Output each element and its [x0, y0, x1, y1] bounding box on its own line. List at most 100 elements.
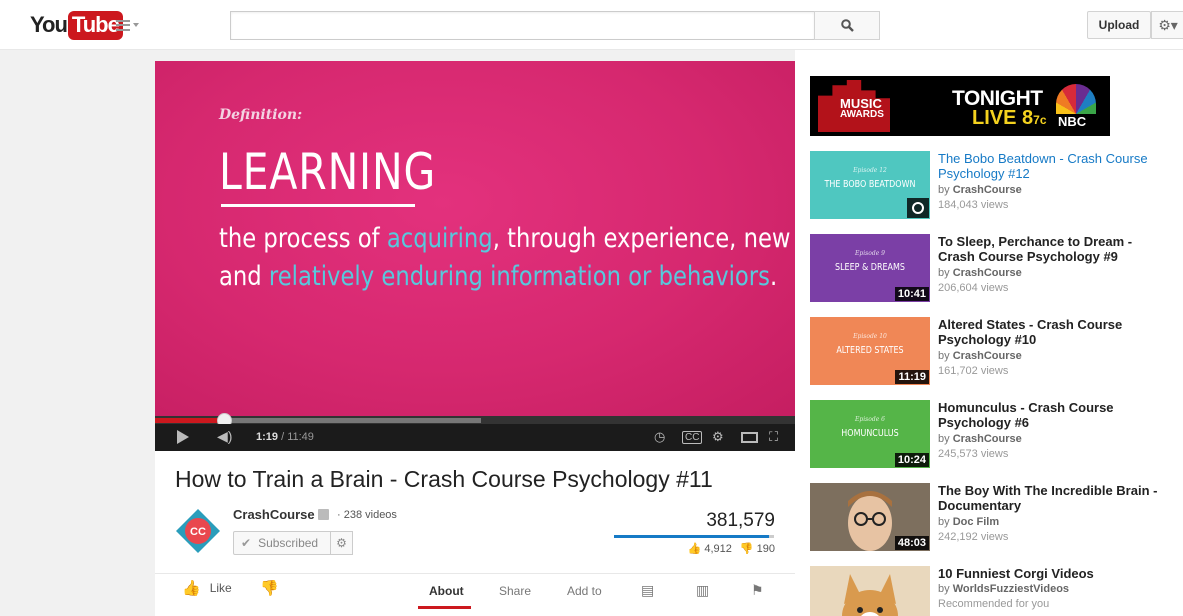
recommended-title[interactable]: The Boy With The Incredible Brain - Docu… [938, 483, 1170, 513]
channel-name: CrashCourse [952, 267, 1022, 279]
tab-about[interactable]: About [429, 584, 464, 598]
subscribed-button[interactable]: ✔ Subscribed [233, 531, 331, 555]
play-icon[interactable] [177, 430, 189, 444]
fullscreen-icon[interactable]: ⛶ [769, 429, 778, 445]
nbc-peacock-icon [1056, 84, 1096, 114]
recommended-title[interactable]: Homunculus - Crash Course Psychology #6 [938, 400, 1170, 430]
hamburger-icon [116, 19, 130, 31]
recommended-title[interactable]: The Bobo Beatdown - Crash Course Psychol… [938, 151, 1170, 181]
like-count: 4,912 [704, 543, 732, 555]
thumbs-down-icon: 👎 [260, 580, 279, 597]
youtube-logo[interactable]: You Tube [30, 10, 123, 40]
upload-button[interactable]: Upload [1087, 11, 1151, 39]
checkmark-icon: ✔ [241, 536, 252, 550]
recommended-channel: by WorldsFuzziestVideos [938, 583, 1069, 595]
slide-text: . [769, 261, 778, 292]
video-player[interactable]: Definition: LEARNING the process of acqu… [155, 61, 795, 451]
channel-name[interactable]: CrashCourse [233, 507, 315, 522]
recommended-title[interactable]: 10 Funniest Corgi Videos [938, 566, 1170, 581]
settings-button[interactable]: ⚙▾ [1151, 11, 1183, 39]
recommended-views: 161,702 views [938, 365, 1009, 377]
duration: / 11:49 [281, 431, 314, 443]
video-frame[interactable]: Definition: LEARNING the process of acqu… [155, 61, 795, 416]
dislike-button[interactable]: 👎 [260, 579, 279, 597]
search-icon [840, 19, 854, 32]
recommended-channel: by CrashCourse [938, 433, 1022, 445]
slide-heading: LEARNING [219, 143, 437, 201]
subscription-settings-button[interactable]: ⚙ [331, 531, 353, 555]
report-flag-icon[interactable]: ⚑ [751, 582, 764, 599]
recommended-title[interactable]: Altered States - Crash Course Psychology… [938, 317, 1170, 347]
slide-definition-label: Definition: [219, 107, 303, 123]
slide-text: , through experience, new [492, 223, 791, 254]
thumbs-up-icon: 👍 [182, 580, 201, 597]
tab-share[interactable]: Share [499, 584, 531, 598]
gear-icon: ⚙ [336, 536, 347, 550]
current-time: 1:19 [256, 431, 279, 443]
video-thumbnail[interactable]: Episode 10 ALTERED STATES 11:19 [810, 317, 930, 385]
guide-menu-button[interactable] [116, 16, 142, 34]
by-label: by [938, 350, 950, 362]
captions-icon[interactable]: CC [682, 431, 703, 444]
slide-line-2: and relatively enduring information or b… [219, 261, 777, 292]
active-tab-indicator [418, 606, 471, 609]
masthead: You Tube Upload ⚙▾ [0, 0, 1183, 50]
slide-highlight: acquiring [386, 223, 493, 254]
video-thumbnail[interactable]: Episode 12 THE BOBO BEATDOWN [810, 151, 930, 219]
advertisement-banner[interactable]: MUSIC AWARDS TONIGHT LIVE 87c NBC [810, 76, 1110, 136]
recommended-video[interactable]: Episode 12 THE BOBO BEATDOWN The Bobo Be… [810, 151, 1170, 221]
recommended-title[interactable]: To Sleep, Perchance to Dream - Crash Cou… [938, 234, 1170, 264]
by-label: by [938, 184, 950, 196]
video-duration: 11:19 [895, 370, 929, 384]
watch-info: How to Train a Brain - Crash Course Psyc… [155, 451, 795, 616]
slide-line-1: the process of acquiring, through experi… [219, 223, 790, 254]
crashcourse-logo-icon: CC [176, 509, 220, 553]
recommended-video[interactable]: 10 Funniest Corgi Videos by WorldsFuzzie… [810, 566, 1170, 616]
recommended-video[interactable]: Episode 6 HOMUNCULUS 10:24 Homunculus - … [810, 400, 1170, 470]
theater-mode-icon[interactable] [741, 432, 758, 443]
thumbnail-episode: Episode 6 [855, 416, 885, 423]
recommended-channel: by Doc Film [938, 516, 999, 528]
channel-name: Doc Film [952, 516, 1000, 528]
recommended-views: 206,604 views [938, 282, 1009, 294]
video-thumbnail[interactable]: 48:03 [810, 483, 930, 551]
ad-live-text: LIVE 8 [972, 107, 1034, 129]
time-display: 1:19 / 11:49 [256, 431, 314, 443]
ad-live: LIVE 87c [972, 107, 1047, 130]
sentiment-bar [614, 535, 774, 538]
like-dislike-counts: 👍 4,912 👎 190 [688, 542, 775, 555]
by-label: by [938, 583, 950, 595]
ad-nbc: NBC [1058, 114, 1087, 129]
recommended-views: 242,192 views [938, 531, 1009, 543]
video-thumbnail[interactable] [810, 566, 930, 616]
watch-later-icon[interactable]: ◷ [654, 429, 665, 445]
transcript-icon[interactable]: ▤ [641, 582, 654, 599]
thumbnail-title: SLEEP & DREAMS [834, 262, 906, 273]
recommended-video[interactable]: 48:03 The Boy With The Incredible Brain … [810, 483, 1170, 553]
search-button[interactable] [814, 11, 880, 40]
player-settings-icon[interactable]: ⚙ [712, 429, 724, 445]
video-thumbnail[interactable]: Episode 9 SLEEP & DREAMS 10:41 [810, 234, 930, 302]
recommended-note: Recommended for you [938, 598, 1050, 610]
slide-highlight: relatively enduring information or behav… [268, 261, 770, 292]
dislike-count-group: 👎 190 [740, 542, 775, 555]
like-button[interactable]: 👍 Like [182, 579, 232, 597]
statistics-icon[interactable]: ▥ [696, 582, 709, 599]
search-input[interactable] [230, 11, 815, 40]
tab-add-to[interactable]: Add to [567, 584, 602, 598]
recommended-video[interactable]: Episode 10 ALTERED STATES 11:19 Altered … [810, 317, 1170, 387]
progress-bar[interactable] [155, 413, 795, 428]
recommended-video[interactable]: Episode 9 SLEEP & DREAMS 10:41 To Sleep,… [810, 234, 1170, 304]
logo-tube: Tube [67, 10, 123, 40]
video-thumbnail[interactable]: Episode 6 HOMUNCULUS 10:24 [810, 400, 930, 468]
svg-text:CC: CC [190, 526, 206, 538]
channel-name: CrashCourse [952, 184, 1022, 196]
watch-later-button[interactable] [907, 198, 929, 218]
channel-video-count[interactable]: · 238 videos [337, 509, 397, 521]
slide-text: the process of [219, 223, 387, 254]
channel-name: CrashCourse [952, 350, 1022, 362]
thumbnail-episode: Episode 10 [853, 333, 887, 340]
recommended-channel: by CrashCourse [938, 350, 1022, 362]
channel-avatar[interactable]: CC [175, 508, 221, 554]
volume-icon[interactable]: ◀) [217, 428, 232, 445]
